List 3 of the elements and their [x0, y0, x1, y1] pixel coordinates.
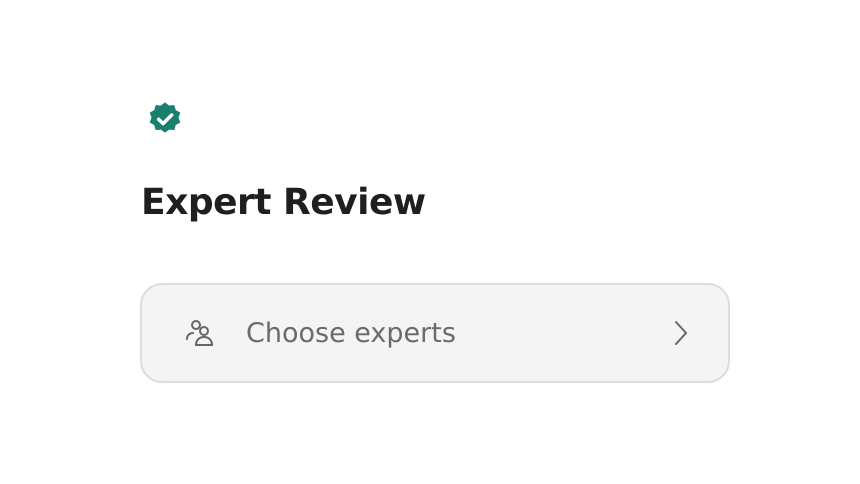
choose-experts-button[interactable]: Choose experts — [140, 283, 730, 383]
chevron-right-icon — [674, 320, 688, 346]
page-title: Expert Review — [141, 182, 427, 223]
